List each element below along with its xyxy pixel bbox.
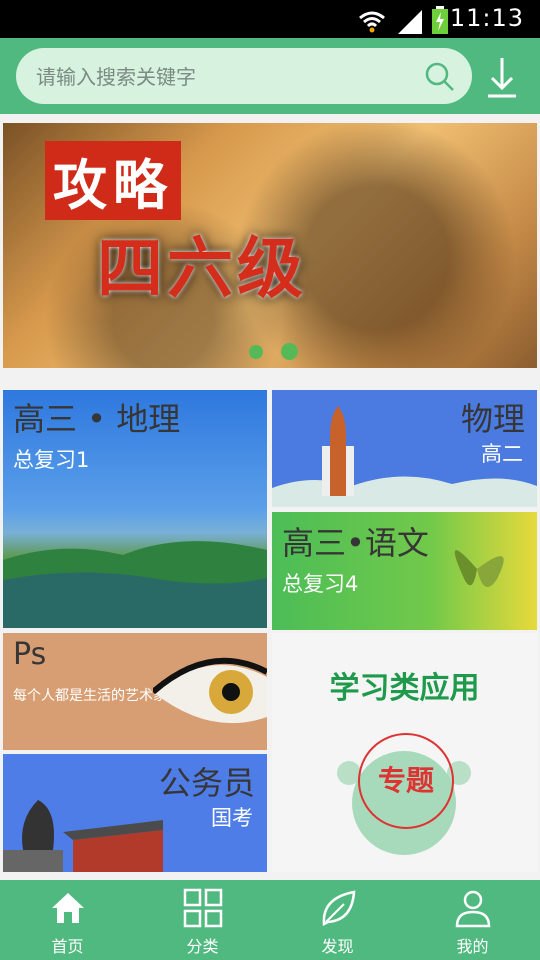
tile-civil-service[interactable]: 公务员 国考	[3, 754, 267, 872]
bottom-navigation: 首页 分类 发现 我的	[0, 880, 540, 960]
carousel-dot-active[interactable]	[281, 343, 298, 360]
tile-chinese[interactable]: 高三•语文 总复习4	[272, 512, 537, 630]
search-icon[interactable]	[424, 61, 456, 93]
status-bar: 11:13	[0, 0, 540, 38]
tile-geography-subtitle: 总复习1	[13, 448, 90, 472]
home-icon	[51, 893, 84, 923]
wifi-icon	[359, 11, 385, 33]
palace-lion-image	[3, 800, 163, 872]
tile-civil-subtitle: 国考	[211, 806, 253, 830]
banner-headline: 攻略	[45, 141, 181, 220]
tile-topic[interactable]: 学习类应用 专题	[272, 633, 537, 872]
search-bar[interactable]	[16, 48, 472, 106]
nav-mine[interactable]: 我的	[405, 880, 540, 960]
top-bar	[0, 38, 540, 114]
nav-home[interactable]: 首页	[0, 880, 135, 960]
tile-chinese-subtitle: 总复习4	[282, 572, 359, 596]
topic-badge[interactable]: 专题	[358, 733, 454, 829]
user-icon	[455, 890, 490, 928]
tile-physics-title: 物理	[460, 400, 525, 438]
tile-physics-subtitle: 高二	[481, 442, 523, 466]
tile-topic-title: 学习类应用	[329, 671, 480, 706]
banner-subheadline: 四六级	[97, 230, 307, 307]
search-input[interactable]	[34, 48, 428, 106]
download-icon[interactable]	[486, 56, 518, 100]
carousel-indicator	[249, 343, 298, 360]
signal-icon	[398, 10, 422, 34]
clouds-image	[272, 476, 537, 507]
nav-home-label: 首页	[51, 937, 84, 956]
nav-mine-label: 我的	[456, 937, 489, 956]
clock: 11:13	[449, 4, 524, 32]
grid-icon	[183, 888, 222, 928]
eye-image	[153, 657, 267, 724]
battery-icon	[432, 6, 448, 34]
nav-discover[interactable]: 发现	[270, 880, 405, 960]
status-icons	[358, 6, 448, 34]
carousel-dot[interactable]	[249, 345, 263, 359]
tile-ps-subtitle: 每个人都是生活的艺术家	[13, 688, 167, 704]
tile-geography-title: 高三 • 地理	[13, 400, 181, 438]
tile-ps-title: Ps	[13, 637, 47, 672]
rocket-image	[322, 406, 354, 496]
nav-discover-label: 发现	[321, 937, 354, 956]
tile-chinese-title: 高三•语文	[282, 524, 429, 562]
tile-physics[interactable]: 物理 高二	[272, 390, 537, 507]
nav-category[interactable]: 分类	[135, 880, 270, 960]
butterfly-image	[454, 550, 504, 587]
tile-photoshop[interactable]: Ps 每个人都是生活的艺术家	[3, 633, 267, 750]
promo-banner[interactable]: 攻略 四六级	[3, 123, 537, 368]
tile-civil-title: 公务员	[158, 764, 255, 802]
mountain-lake-image	[3, 541, 267, 628]
leaf-icon	[322, 890, 355, 926]
nav-category-label: 分类	[186, 937, 219, 956]
tile-geography[interactable]: 高三 • 地理 总复习1	[3, 390, 267, 628]
